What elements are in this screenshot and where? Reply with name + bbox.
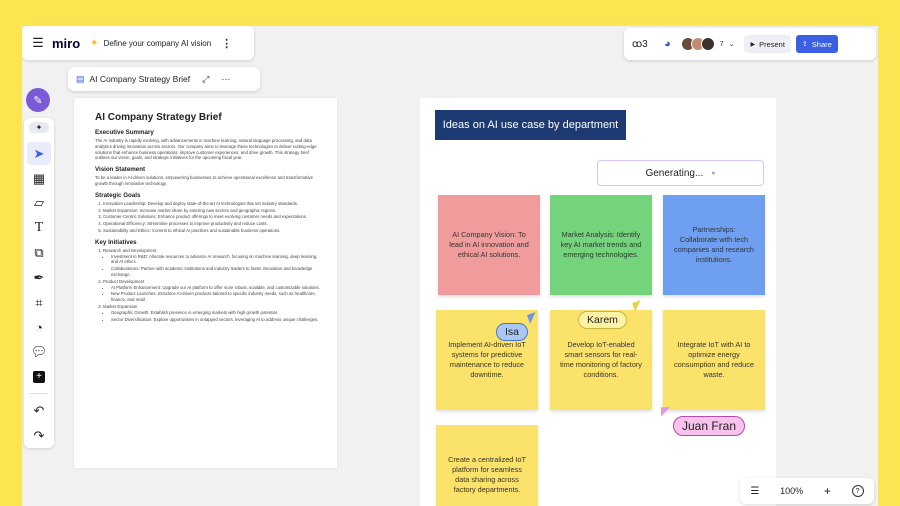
more-icon[interactable]: ⋯ — [221, 74, 230, 85]
ai-assist-button[interactable]: ✎ — [26, 88, 50, 112]
sticky-note-text: Integrate IoT with AI to optimize energy… — [674, 340, 754, 379]
cursor-pointer-icon: ◤ — [661, 404, 671, 418]
section-heading: Executive Summary — [95, 129, 154, 136]
section-heading: Strategic Goals — [95, 191, 141, 199]
summary-text: The AI industry is rapidly evolving, wit… — [95, 138, 317, 161]
section-heading: Key Initiatives — [95, 238, 137, 246]
list-item: Market Expansion Geographic Growth: Esta… — [103, 304, 323, 322]
miro-logo[interactable]: miro — [52, 36, 80, 51]
share-button[interactable]: ⇪ Share — [795, 35, 838, 53]
strategy-document[interactable]: AI Company Strategy Brief Executive Summ… — [74, 98, 337, 468]
sticky-note-text: Develop IoT-enabled smart sensors for re… — [560, 340, 642, 379]
sub-list: Investment in R&D: Allocate resources to… — [103, 254, 323, 278]
redo-icon[interactable]: ↷ — [27, 424, 51, 447]
generating-indicator: Generating... ● — [597, 160, 764, 186]
share-label: Share — [811, 39, 832, 49]
initiative-label: Market Expansion — [103, 303, 138, 309]
text-icon[interactable]: T — [27, 217, 51, 240]
list-item: Sector Diversification: Explore opportun… — [111, 317, 323, 323]
toolbar-divider — [30, 393, 48, 395]
board-canvas[interactable]: ☰ miro ✦ Define your company AI vision ⋮… — [22, 26, 878, 506]
document-title: AI Company Strategy Brief — [95, 112, 222, 123]
play-icon: ▶ — [750, 41, 756, 48]
initiatives-list: Research and Development Investment in R… — [95, 248, 323, 323]
sticky-note-text: Implement AI-driven IoT systems for pred… — [448, 340, 526, 379]
menu-icon[interactable]: ☰ — [24, 35, 52, 51]
list-item: Operational Efficiency: Streamline proce… — [103, 221, 323, 227]
vision-text: To be a leader in AI-driven solutions, e… — [95, 175, 314, 186]
list-item: Geographic Growth: Establish presence in… — [111, 310, 323, 316]
list-item: New Product Launches: Introduce AI-drive… — [111, 291, 323, 303]
select-cursor-icon[interactable]: ➤ — [27, 142, 51, 166]
list-view-icon[interactable]: ☰ — [750, 486, 759, 497]
board-title[interactable]: Define your company AI vision — [104, 39, 212, 48]
list-item: Research and Development Investment in R… — [103, 248, 323, 278]
left-toolbar: ✦ ➤ ▦ ▱ T ⧉ ✒ ⌗ ◔ 💬︎ + ↶ ↷ — [24, 118, 54, 448]
sticky-note[interactable]: Market Analysis: Identify key AI market … — [550, 195, 652, 295]
list-item: Innovation Leadership: Develop and deplo… — [103, 201, 323, 207]
shapes-icon[interactable]: ⧉ — [27, 242, 51, 265]
list-item: AI Platform Enhancement: Upgrade our AI … — [111, 285, 323, 291]
sticky-note-icon[interactable]: ▱ — [27, 192, 51, 215]
comments-icon[interactable]: ◕ — [664, 38, 671, 50]
list-item: Investment in R&D: Allocate resources to… — [111, 254, 323, 266]
sticky-note[interactable]: Partnerships: Collaborate with tech comp… — [663, 195, 765, 295]
present-button[interactable]: ▶ Present — [744, 35, 791, 53]
sub-list: Geographic Growth: Establish presence in… — [103, 310, 323, 323]
doc-tab[interactable]: ▤ AI Company Strategy Brief ⤢ ⋯ — [68, 67, 260, 91]
list-item: Market Expansion: Increase market share … — [103, 208, 323, 214]
zoom-level[interactable]: 100% — [780, 486, 803, 496]
avatar-group[interactable] — [680, 37, 715, 51]
avatar — [700, 37, 715, 51]
reactions-icon[interactable]: ꝏ3 — [632, 39, 658, 50]
cursor-label-isa: Isa — [496, 323, 529, 341]
collaborator-count: 7 — [719, 40, 724, 48]
frame-title[interactable]: Ideas on AI use case by department — [435, 110, 626, 140]
expand-icon[interactable]: ⤢ — [202, 74, 209, 85]
list-item: Sustainability and Ethics: Commit to eth… — [103, 228, 323, 234]
ai-sparkle-icon: ✦ — [90, 37, 99, 49]
ideas-frame[interactable]: Ideas on AI use case by department Gener… — [420, 98, 776, 506]
sticky-note[interactable]: Create a centralized IoT platform for se… — [436, 425, 538, 506]
section-heading: Vision Statement — [95, 166, 146, 174]
goals-list: Innovation Leadership: Develop and deplo… — [95, 201, 323, 234]
cursor-label-juan-fran: Juan Fran — [673, 416, 746, 436]
collaboration-bar: ꝏ3 ◕ 7 ⌄ ▶ Present ⇪ Share — [624, 28, 876, 60]
comment-icon[interactable]: 💬︎ — [27, 341, 51, 364]
sparkle-tool-icon[interactable]: ✦ — [29, 122, 49, 134]
share-icon: ⇪ — [801, 41, 808, 48]
sticky-note-text: Partnerships: Collaborate with tech comp… — [674, 225, 754, 264]
initiative-label: Research and Development — [103, 247, 157, 253]
list-item: Collaborations: Partner with academic in… — [111, 266, 323, 278]
zoom-bar: ☰ 100% + ? — [740, 478, 874, 504]
sticky-note[interactable]: Integrate IoT with AI to optimize energy… — [663, 310, 765, 410]
chevron-down-icon[interactable]: ⌄ — [729, 40, 735, 48]
sub-list: AI Platform Enhancement: Upgrade our AI … — [103, 285, 323, 303]
initiative-label: Product Development — [103, 278, 145, 284]
generating-label: Generating... — [645, 167, 704, 179]
document-icon: ▤ — [76, 73, 85, 84]
undo-icon[interactable]: ↶ — [27, 399, 51, 422]
present-label: Present — [759, 39, 785, 49]
board-header: ☰ miro ✦ Define your company AI vision ⋮ — [22, 26, 254, 60]
pen-icon[interactable]: ✒ — [27, 266, 51, 289]
frame-icon[interactable]: ⌗ — [27, 291, 51, 314]
cursor-label-karem: Karem — [578, 311, 627, 329]
sticky-note[interactable]: AI Company Vision: To lead in AI innovat… — [438, 195, 540, 295]
add-icon[interactable]: + — [27, 366, 51, 389]
help-icon[interactable]: ? — [851, 485, 864, 497]
palette-icon[interactable]: ◔ — [27, 316, 51, 339]
loading-dot-icon: ● — [711, 169, 716, 177]
sticky-note-text: Create a centralized IoT platform for se… — [448, 455, 526, 494]
doc-tab-title: AI Company Strategy Brief — [89, 74, 191, 84]
list-item: Product Development AI Platform Enhancem… — [103, 279, 323, 303]
sticky-note-text: AI Company Vision: To lead in AI innovat… — [449, 230, 529, 259]
zoom-in-icon[interactable]: + — [824, 484, 831, 498]
sticky-note-text: Market Analysis: Identify key AI market … — [560, 230, 642, 259]
list-item: Customer-Centric Solutions: Enhance prod… — [103, 214, 323, 220]
table-icon[interactable]: ▦ — [27, 167, 51, 190]
more-options-icon[interactable]: ⋮ — [221, 37, 232, 50]
